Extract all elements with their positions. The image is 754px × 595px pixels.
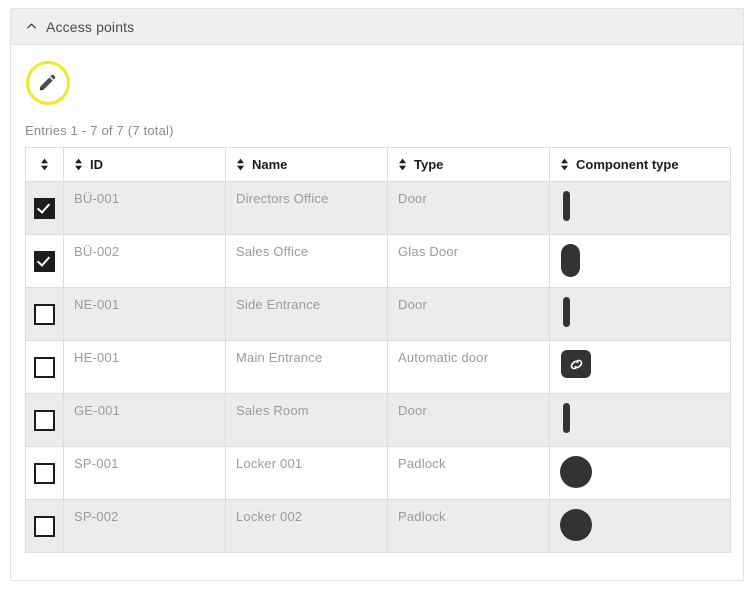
door-icon — [563, 403, 570, 433]
sort-updown-icon — [40, 158, 49, 171]
table-row[interactable]: SP-002 Locker 002 Padlock — [25, 499, 731, 553]
panel-body: Entries 1 - 7 of 7 (7 total) ID Name Typ… — [11, 45, 743, 553]
column-header-id-label: ID — [90, 157, 103, 172]
cell-name: Side Entrance — [225, 287, 388, 341]
door-icon — [563, 297, 570, 327]
table-row[interactable]: NE-001 Side Entrance Door — [25, 287, 731, 341]
glas-door-icon — [561, 244, 580, 277]
row-select-cell[interactable] — [25, 287, 64, 341]
row-select-cell[interactable] — [25, 234, 64, 288]
cell-component-type — [549, 287, 731, 341]
cell-type: Padlock — [387, 499, 550, 553]
column-header-type-label: Type — [414, 157, 444, 172]
column-header-component-type-label: Component type — [576, 157, 679, 172]
row-select-cell[interactable] — [25, 340, 64, 394]
cell-component-type — [549, 393, 731, 447]
chevron-up-icon[interactable] — [25, 20, 38, 33]
cell-name: Main Entrance — [225, 340, 388, 394]
row-select-cell[interactable] — [25, 393, 64, 447]
column-header-select[interactable] — [25, 147, 64, 182]
sort-updown-icon — [236, 158, 245, 171]
row-checkbox[interactable] — [34, 409, 55, 431]
panel-header-access-points[interactable]: Access points — [11, 9, 743, 45]
edit-button[interactable] — [26, 61, 70, 105]
cell-component-type — [549, 181, 731, 235]
column-header-name[interactable]: Name — [225, 147, 388, 182]
cell-name: Sales Office — [225, 234, 388, 288]
cell-component-type — [549, 340, 731, 394]
sort-updown-icon — [398, 158, 407, 171]
row-select-cell[interactable] — [25, 181, 64, 235]
table-body: BÜ-001 Directors Office Door BÜ-002 Sales Of… — [25, 181, 731, 553]
access-points-panel: Access points Entries 1 - 7 of 7 (7 tota… — [10, 8, 744, 581]
table-row[interactable]: GE-001 Sales Room Door — [25, 393, 731, 447]
column-header-id[interactable]: ID — [63, 147, 226, 182]
column-header-name-label: Name — [252, 157, 288, 172]
automatic-door-icon — [561, 350, 591, 378]
cell-type: Door — [387, 287, 550, 341]
column-header-type[interactable]: Type — [387, 147, 550, 182]
table-row[interactable]: BÜ-002 Sales Office Glas Door — [25, 234, 731, 288]
cell-id: BÜ-002 — [63, 234, 226, 288]
row-select-cell[interactable] — [25, 499, 64, 553]
entries-info: Entries 1 - 7 of 7 (7 total) — [25, 123, 174, 138]
table-row[interactable]: SP-001 Locker 001 Padlock — [25, 446, 731, 500]
row-select-cell[interactable] — [25, 446, 64, 500]
sort-updown-icon — [74, 158, 83, 171]
table-row[interactable]: BÜ-001 Directors Office Door — [25, 181, 731, 235]
access-points-table: ID Name Type Component type BÜ-001 Direc… — [25, 147, 731, 553]
cell-id: SP-001 — [63, 446, 226, 500]
row-checkbox[interactable] — [34, 303, 55, 325]
cell-id: GE-001 — [63, 393, 226, 447]
row-checkbox[interactable] — [34, 462, 55, 484]
cell-component-type — [549, 446, 731, 500]
row-checkbox[interactable] — [34, 197, 55, 219]
cell-name: Sales Room — [225, 393, 388, 447]
cell-type: Door — [387, 393, 550, 447]
table-header-row: ID Name Type Component type — [25, 147, 731, 182]
column-header-component-type[interactable]: Component type — [549, 147, 731, 182]
cell-type: Door — [387, 181, 550, 235]
row-checkbox[interactable] — [34, 250, 55, 272]
door-icon — [563, 191, 570, 221]
cell-type: Glas Door — [387, 234, 550, 288]
cell-name: Locker 001 — [225, 446, 388, 500]
cell-name: Directors Office — [225, 181, 388, 235]
padlock-icon — [560, 456, 592, 488]
cell-id: SP-002 — [63, 499, 226, 553]
cell-type: Automatic door — [387, 340, 550, 394]
page-title: Access points — [46, 18, 135, 35]
padlock-icon — [560, 509, 592, 541]
row-checkbox[interactable] — [34, 356, 55, 378]
cell-component-type — [549, 499, 731, 553]
cell-type: Padlock — [387, 446, 550, 500]
cell-name: Locker 002 — [225, 499, 388, 553]
row-checkbox[interactable] — [34, 515, 55, 537]
pencil-icon — [37, 72, 59, 94]
sort-updown-icon — [560, 158, 569, 171]
cell-component-type — [549, 234, 731, 288]
cell-id: NE-001 — [63, 287, 226, 341]
cell-id: BÜ-001 — [63, 181, 226, 235]
cell-id: HE-001 — [63, 340, 226, 394]
table-row[interactable]: HE-001 Main Entrance Automatic door — [25, 340, 731, 394]
